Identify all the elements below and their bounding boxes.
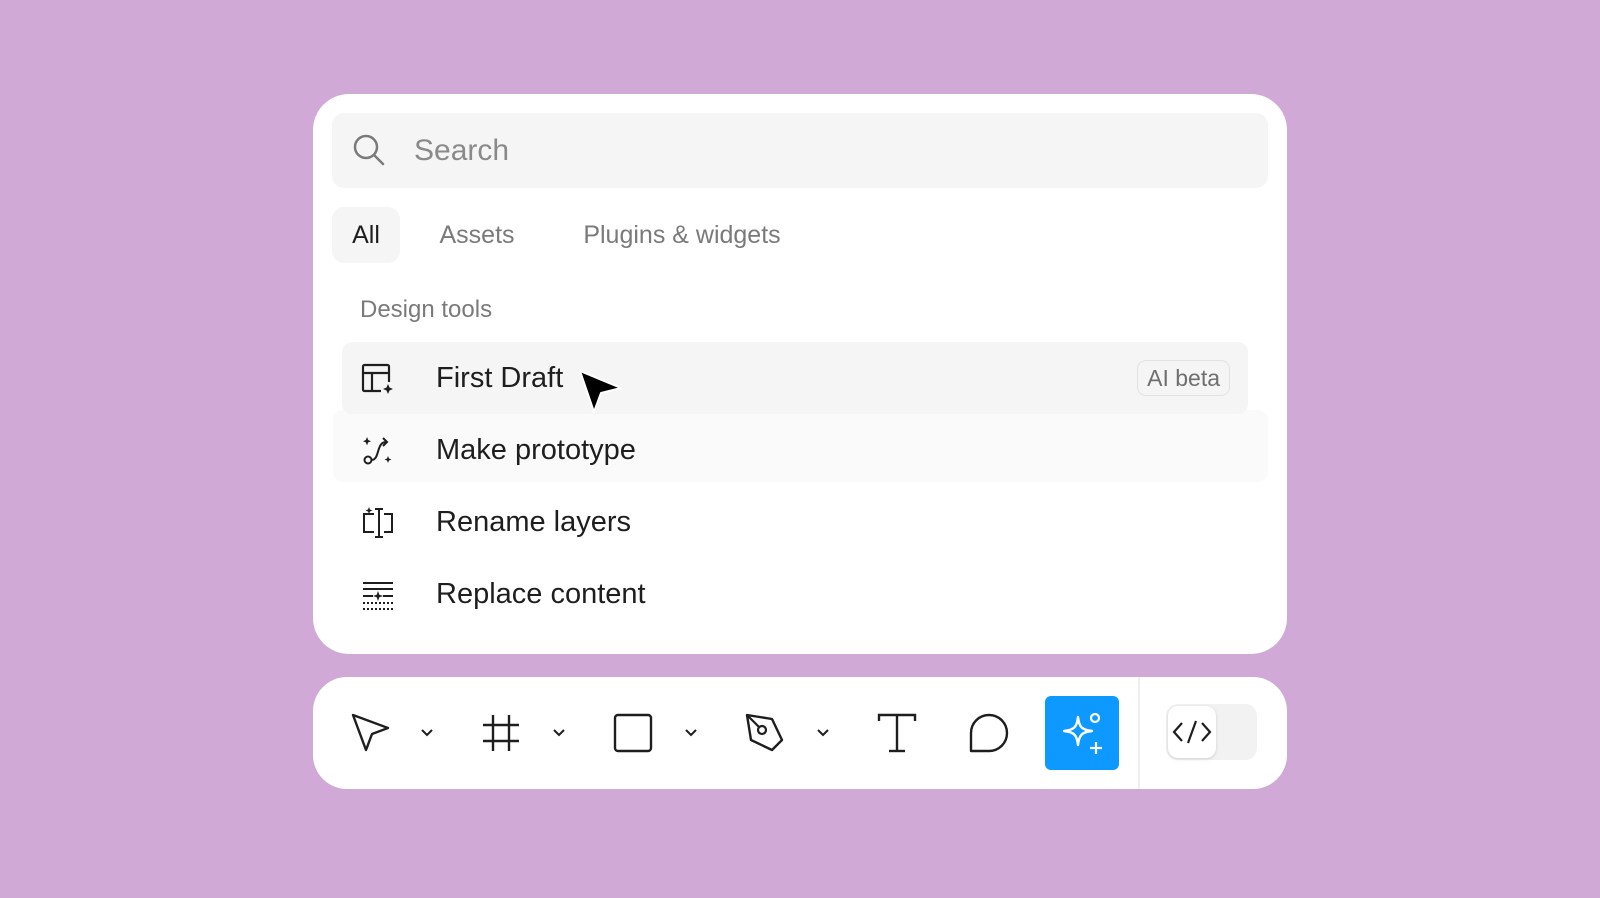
list-item-label: First Draft bbox=[436, 362, 564, 394]
replace-content-icon bbox=[363, 582, 393, 610]
move-tool-button[interactable] bbox=[341, 697, 401, 769]
list-item-label: Replace content bbox=[436, 578, 646, 610]
mouse-cursor-icon bbox=[579, 370, 622, 413]
toolbar-divider bbox=[1138, 677, 1140, 789]
chevron-down-icon[interactable] bbox=[549, 723, 569, 743]
text-icon bbox=[877, 713, 917, 753]
first-draft-icon bbox=[361, 363, 395, 396]
frame-icon bbox=[483, 715, 519, 751]
frame-tool-button[interactable] bbox=[471, 697, 531, 769]
list-item-label: Make prototype bbox=[436, 434, 636, 466]
search-input[interactable] bbox=[414, 113, 1234, 188]
code-icon bbox=[1172, 720, 1212, 744]
list-item-label: Rename layers bbox=[436, 506, 632, 538]
section-label: Design tools bbox=[360, 296, 493, 323]
pen-tool-button[interactable] bbox=[735, 697, 795, 769]
comment-icon bbox=[969, 713, 1009, 753]
dev-mode-knob[interactable] bbox=[1168, 706, 1216, 758]
chevron-down-icon[interactable] bbox=[681, 723, 701, 743]
text-tool-button[interactable] bbox=[867, 697, 927, 769]
search-icon bbox=[353, 134, 385, 166]
list-item-rename-layers[interactable]: Rename layers bbox=[342, 486, 1248, 558]
chevron-down-icon[interactable] bbox=[417, 723, 437, 743]
rename-layers-icon bbox=[363, 507, 393, 538]
list-item-make-prototype[interactable]: Make prototype bbox=[342, 414, 1248, 486]
tab-assets[interactable]: Assets bbox=[418, 207, 536, 263]
actions-panel: All Assets Plugins & widgets Design tool… bbox=[313, 94, 1287, 654]
ai-tool-button[interactable] bbox=[1045, 696, 1119, 770]
chevron-down-icon[interactable] bbox=[813, 723, 833, 743]
ai-beta-badge: AI beta bbox=[1137, 360, 1230, 396]
tab-plugins-widgets[interactable]: Plugins & widgets bbox=[562, 207, 802, 263]
move-icon bbox=[351, 713, 390, 752]
make-prototype-icon bbox=[363, 437, 392, 465]
comment-tool-button[interactable] bbox=[959, 697, 1019, 769]
ai-sparkle-icon bbox=[1062, 712, 1102, 754]
dev-mode-toggle[interactable] bbox=[1166, 704, 1257, 760]
pen-icon bbox=[745, 713, 784, 752]
search-bar[interactable] bbox=[332, 113, 1268, 188]
tab-all[interactable]: All bbox=[332, 207, 400, 263]
rectangle-tool-button[interactable] bbox=[603, 697, 663, 769]
rectangle-icon bbox=[613, 713, 653, 753]
bottom-toolbar bbox=[313, 677, 1287, 789]
list-item-replace-content[interactable]: Replace content bbox=[342, 558, 1248, 630]
list-item-first-draft[interactable]: First Draft AI beta bbox=[342, 342, 1248, 414]
